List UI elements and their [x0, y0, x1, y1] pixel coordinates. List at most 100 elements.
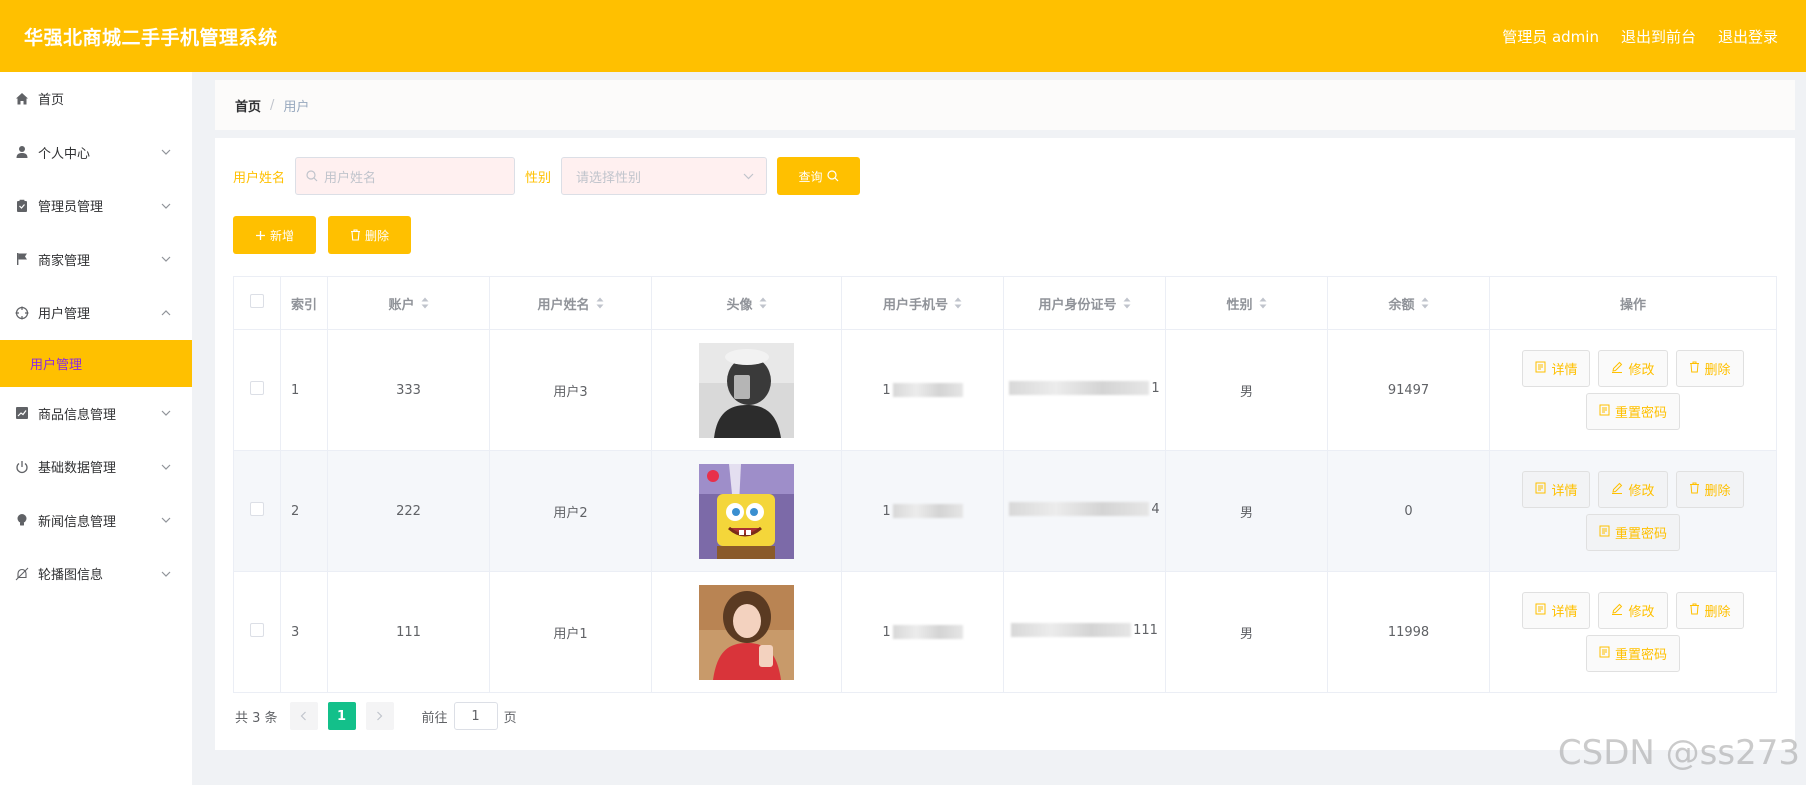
trash-icon — [1689, 603, 1700, 619]
document-icon — [1535, 361, 1546, 377]
edit-button[interactable]: 修改 — [1598, 471, 1668, 508]
to-front-link[interactable]: 退出到前台 — [1621, 26, 1696, 47]
page-number-current[interactable]: 1 — [327, 702, 356, 730]
sidebar-item-label: 商家管理 — [38, 253, 91, 269]
user-icon — [14, 144, 30, 160]
sidebar-item-admin-manage[interactable]: 管理员管理 — [0, 179, 192, 233]
sort-icon — [954, 297, 962, 309]
avatar-image[interactable] — [699, 584, 794, 680]
detail-button[interactable]: 详情 — [1522, 350, 1591, 387]
col-gender[interactable]: 性别 — [1165, 276, 1328, 330]
watermark: CSDN @ss273 — [1557, 733, 1800, 773]
sidebar-item-merchant-manage[interactable]: 商家管理 — [0, 233, 192, 287]
delete-button[interactable]: 删除 — [328, 216, 411, 254]
sort-icon — [1259, 297, 1267, 309]
table-row: 3 111 用户1 1 111 男 11998 详情 修改 删除 重置密码 — [233, 571, 1777, 693]
col-index: 索引 — [280, 276, 328, 330]
edit-button[interactable]: 修改 — [1598, 592, 1668, 629]
pagination: 共 3 条 1 前往 1 页 — [235, 702, 517, 730]
gender-select[interactable]: 请选择性别 — [561, 157, 768, 195]
trash-icon — [1689, 482, 1700, 498]
prev-page-button[interactable] — [289, 702, 318, 730]
breadcrumb-separator: / — [270, 97, 275, 113]
page-suffix-label: 页 — [503, 710, 517, 726]
clipboard-icon — [14, 198, 30, 214]
col-name[interactable]: 用户姓名 — [489, 276, 652, 330]
table-row: 2 222 用户2 1 4 男 0 详情 修改 删除 重置密码 — [233, 450, 1777, 572]
name-search-input[interactable]: 用户姓名 — [295, 157, 516, 195]
detail-button[interactable]: 详情 — [1522, 471, 1591, 508]
sidebar-item-news-manage[interactable]: 新闻信息管理 — [0, 494, 192, 548]
col-avatar[interactable]: 头像 — [651, 276, 842, 330]
sidebar-item-home[interactable]: 首页 — [0, 72, 192, 126]
row-delete-button[interactable]: 删除 — [1675, 350, 1744, 387]
query-button[interactable]: 查询 — [777, 157, 861, 195]
cell-index: 2 — [280, 450, 328, 572]
gender-search-label: 性别 — [525, 170, 552, 186]
chevron-down-icon — [160, 514, 172, 526]
sidebar-item-base-data[interactable]: 基础数据管理 — [0, 440, 192, 494]
search-icon — [306, 170, 318, 182]
id-card-masked: 111 — [1011, 623, 1158, 638]
sidebar-item-user-manage[interactable]: 用户管理 — [0, 286, 192, 340]
add-button[interactable]: 新增 — [233, 216, 316, 254]
sidebar-item-label: 首页 — [38, 93, 65, 109]
sort-icon — [596, 297, 604, 309]
cell-name: 用户3 — [489, 329, 652, 451]
plus-icon — [255, 230, 266, 241]
cell-name: 用户2 — [489, 450, 652, 572]
sidebar-item-personal-center[interactable]: 个人中心 — [0, 126, 192, 180]
avatar-image[interactable] — [699, 463, 794, 559]
select-all-checkbox[interactable] — [250, 294, 264, 308]
chevron-down-icon — [743, 169, 754, 184]
cell-balance: 91497 — [1327, 329, 1490, 451]
gender-select-placeholder: 请选择性别 — [576, 170, 642, 186]
search-bar: 用户姓名 用户姓名 性别 请选择性别 查询 — [233, 157, 861, 195]
document-icon — [1599, 404, 1610, 420]
document-icon — [1599, 646, 1610, 662]
pagination-total: 共 3 条 — [235, 710, 278, 726]
next-page-button[interactable] — [365, 702, 394, 730]
col-account[interactable]: 账户 — [327, 276, 490, 330]
cell-account: 111 — [327, 571, 490, 693]
cell-gender: 男 — [1165, 329, 1328, 451]
row-delete-button[interactable]: 删除 — [1675, 471, 1744, 508]
sidebar-item-carousel[interactable]: 轮播图信息 — [0, 547, 192, 601]
edit-button[interactable]: 修改 — [1598, 350, 1668, 387]
sidebar-item-label: 个人中心 — [38, 146, 91, 162]
reset-password-button[interactable]: 重置密码 — [1585, 635, 1680, 672]
col-phone[interactable]: 用户手机号 — [841, 276, 1004, 330]
breadcrumb-home[interactable]: 首页 — [235, 96, 261, 115]
row-checkbox[interactable] — [250, 502, 264, 516]
col-id-card[interactable]: 用户身份证号 — [1003, 276, 1166, 330]
goto-page-input[interactable]: 1 — [453, 702, 498, 730]
sort-icon — [1123, 297, 1131, 309]
cell-name: 用户1 — [489, 571, 652, 693]
detail-button[interactable]: 详情 — [1522, 592, 1591, 629]
avatar-image[interactable] — [699, 342, 794, 438]
breadcrumb: 首页 / 用户 — [215, 80, 1795, 130]
cell-gender: 男 — [1165, 571, 1328, 693]
edit-icon — [1611, 482, 1623, 498]
sort-icon — [421, 297, 429, 309]
chevron-up-icon — [160, 307, 172, 319]
add-button-label: 新增 — [269, 228, 294, 243]
row-checkbox[interactable] — [250, 381, 264, 395]
row-checkbox[interactable] — [250, 623, 264, 637]
cell-index: 1 — [280, 329, 328, 451]
col-balance[interactable]: 余额 — [1327, 276, 1490, 330]
reset-password-button[interactable]: 重置密码 — [1585, 393, 1680, 430]
sidebar-subitem-user-manage[interactable]: 用户管理 — [0, 339, 192, 387]
admin-user-link[interactable]: 管理员 admin — [1502, 26, 1599, 47]
sidebar-item-label: 管理员管理 — [38, 200, 104, 216]
header-links: 管理员 admin 退出到前台 退出登录 — [1502, 26, 1778, 47]
document-icon — [1599, 525, 1610, 541]
logout-link[interactable]: 退出登录 — [1718, 26, 1778, 47]
reset-password-button[interactable]: 重置密码 — [1585, 514, 1680, 551]
table-row: 1 333 用户3 1 1 男 91497 详情 修改 删除 重置密码 — [233, 329, 1777, 451]
chevron-down-icon — [160, 407, 172, 419]
search-icon — [826, 170, 839, 182]
sidebar-item-product-manage[interactable]: 商品信息管理 — [0, 387, 192, 441]
row-delete-button[interactable]: 删除 — [1675, 592, 1744, 629]
cell-account: 333 — [327, 329, 490, 451]
